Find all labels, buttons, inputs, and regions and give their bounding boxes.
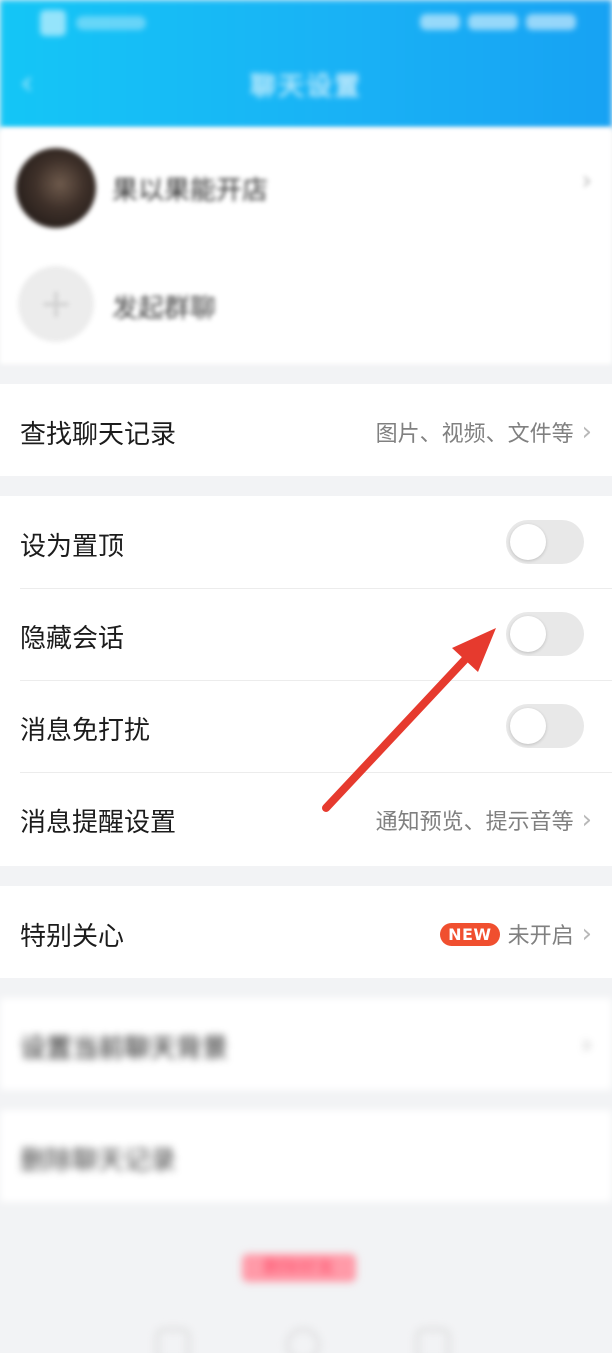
pin-top-label: 设为置顶 [20,532,125,562]
start-group-chat-label: 发起群聊 [112,294,217,324]
notify-settings-hint: 通知预览、提示音等 [375,810,574,835]
chevron-right-icon: › [581,417,592,447]
status-bar [0,0,612,48]
pin-top-row: 设为置顶 [0,496,612,588]
chat-background-row[interactable]: 设置当前聊天背景 › [0,998,612,1090]
special-care-section: 特别关心 NEW 未开启 › [0,886,612,978]
chat-options-section: 设为置顶 隐藏会话 消息免打扰 消息提醒设置 通知预览、提示音等 › [0,496,612,866]
hide-chat-label: 隐藏会话 [20,624,125,654]
system-nav-bar [0,1322,612,1353]
contact-section: 果以果能开店 › + 发起群聊 [0,128,612,364]
delete-friend-button[interactable]: 删除好友 [242,1254,356,1282]
search-history-label: 查找聊天记录 [20,420,177,450]
chevron-right-icon: › [581,166,592,196]
contact-name: 果以果能开店 [112,176,269,206]
special-care-row[interactable]: 特别关心 NEW 未开启 › [0,886,612,978]
hide-chat-row: 隐藏会话 [0,588,612,680]
do-not-disturb-toggle[interactable] [506,704,584,748]
pin-top-toggle[interactable] [506,520,584,564]
hide-chat-toggle[interactable] [506,612,584,656]
search-history-section: 查找聊天记录 图片、视频、文件等 › [0,384,612,476]
delete-history-row[interactable]: 删除聊天记录 [0,1110,612,1202]
chevron-right-icon: › [581,805,592,835]
chevron-right-icon: › [581,919,592,949]
search-history-hint: 图片、视频、文件等 [375,422,574,447]
start-group-chat-row[interactable]: + 发起群聊 [0,246,612,364]
notify-settings-row[interactable]: 消息提醒设置 通知预览、提示音等 › [0,772,612,866]
notify-settings-label: 消息提醒设置 [20,808,177,838]
special-care-status: 未开启 [507,924,574,949]
do-not-disturb-row: 消息免打扰 [0,680,612,772]
recents-nav-icon[interactable] [416,1328,450,1353]
home-nav-icon[interactable] [286,1328,320,1353]
search-history-row[interactable]: 查找聊天记录 图片、视频、文件等 › [0,384,612,476]
delete-history-section: 删除聊天记录 [0,1110,612,1202]
do-not-disturb-label: 消息免打扰 [20,716,151,746]
chevron-right-icon: › [581,1030,592,1060]
back-nav-icon[interactable] [156,1328,190,1353]
chat-background-section: 设置当前聊天背景 › [0,998,612,1090]
avatar[interactable] [16,148,96,228]
delete-history-label: 删除聊天记录 [20,1146,177,1176]
contact-row[interactable]: 果以果能开店 › [0,128,612,246]
plus-icon: + [18,266,94,342]
header-bar: ‹ 聊天设置 [0,0,612,128]
page-title: 聊天设置 [249,72,362,102]
chat-background-label: 设置当前聊天背景 [20,1034,229,1064]
special-care-label: 特别关心 [20,922,125,952]
new-badge: NEW [440,922,500,946]
